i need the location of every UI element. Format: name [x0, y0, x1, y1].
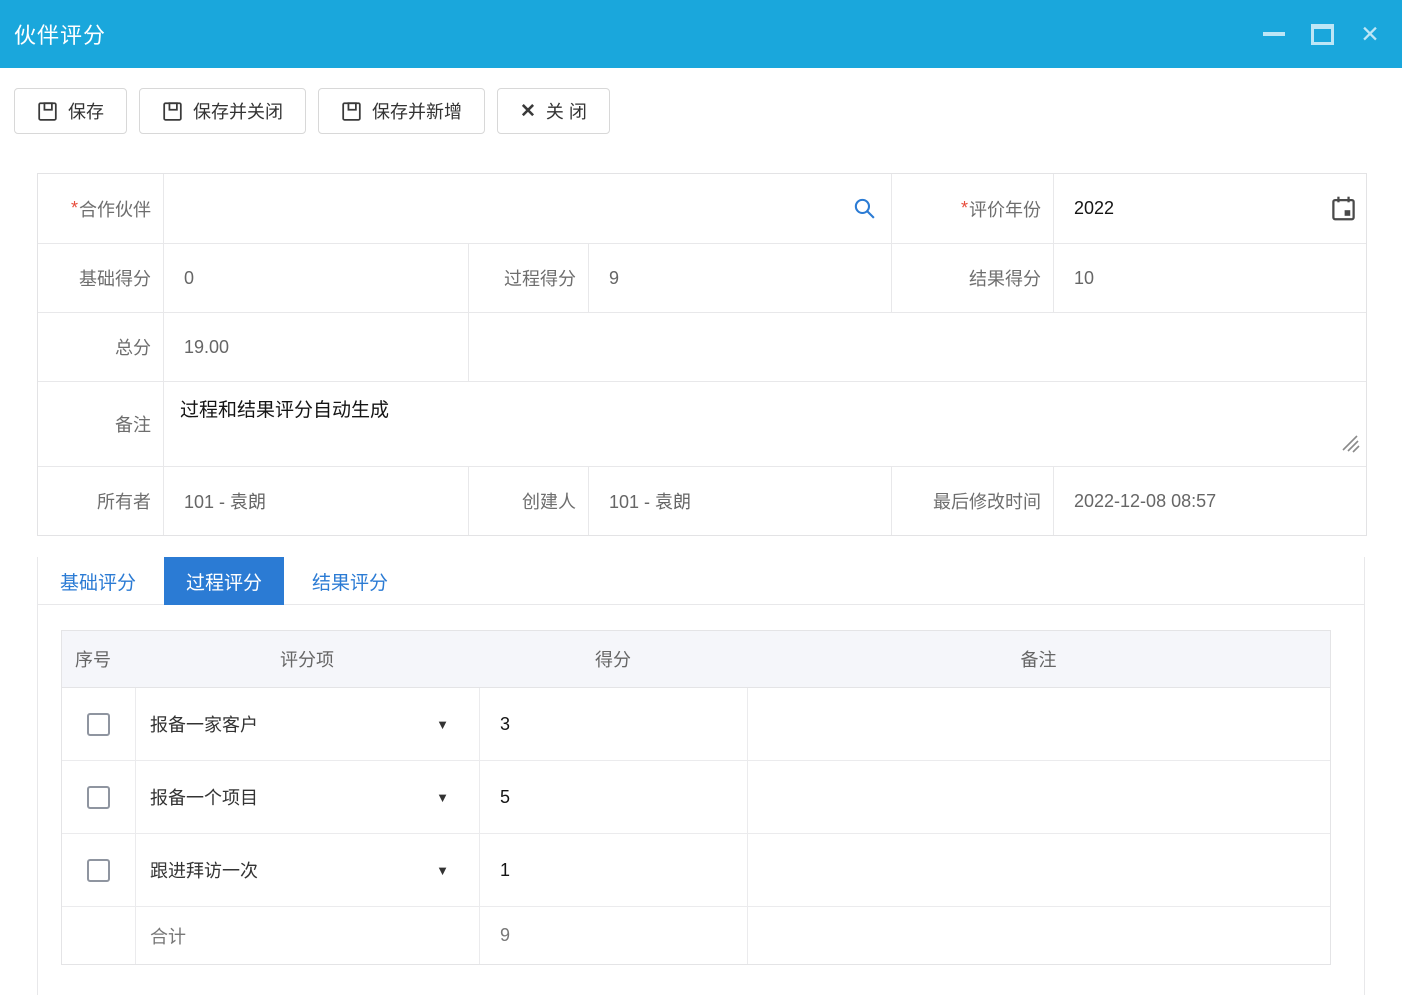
empty-cell [468, 312, 1366, 381]
base-score-field: 0 [163, 243, 468, 312]
score-item-value: 跟进拜访一次 [150, 861, 258, 881]
total-score-field: 19.00 [163, 312, 468, 381]
remark-cell[interactable] [747, 834, 1330, 906]
score-tab-panel: 基础评分 过程评分 结果评分 序号 评分项 得分 备注 报备一家客户 ▼ 3 报… [37, 557, 1365, 995]
maximize-icon [1310, 23, 1334, 45]
chevron-down-icon: ▼ [436, 862, 449, 878]
tab-process-score[interactable]: 过程评分 [164, 557, 285, 605]
save-button[interactable]: 保存 [14, 88, 127, 134]
table-row: 报备一个项目 ▼ 5 [62, 760, 1330, 833]
creator-value: 101 - 袁朗 [609, 492, 692, 512]
score-cell[interactable]: 3 [479, 688, 747, 760]
save-icon [162, 101, 183, 122]
total-remark-cell [747, 907, 1330, 964]
search-icon[interactable] [852, 196, 891, 221]
process-score-field: 9 [588, 243, 891, 312]
year-field[interactable]: 2022 [1053, 174, 1366, 243]
total-label: 合计 [135, 907, 479, 964]
score-tabs: 基础评分 过程评分 结果评分 [38, 557, 1364, 605]
minimize-icon [1263, 32, 1285, 36]
required-mark: * [960, 198, 968, 218]
close-button-label: 关 闭 [545, 102, 587, 122]
process-score-table: 序号 评分项 得分 备注 报备一家客户 ▼ 3 报备一个项目 ▼ 5 跟进拜访一… [61, 630, 1331, 965]
owner-field: 101 - 袁朗 [163, 466, 468, 535]
total-score-value: 19.00 [184, 336, 230, 357]
window-close-button[interactable]: ✕ [1358, 22, 1382, 46]
table-total-row: 合计 9 [62, 906, 1330, 964]
modified-time-value: 2022-12-08 08:57 [1074, 490, 1217, 511]
page-title: 伙伴评分 [14, 23, 107, 48]
table-row: 跟进拜访一次 ▼ 1 [62, 833, 1330, 906]
partner-score-form: * 合作伙伴 * 评价年份 2022 基础得分 0 过程得分 9 结果得分 10… [37, 173, 1367, 536]
save-and-new-button[interactable]: 保存并新增 [318, 88, 485, 134]
save-icon [37, 101, 58, 122]
creator-field: 101 - 袁朗 [588, 466, 891, 535]
process-score-value: 9 [609, 267, 620, 288]
creator-label: 创建人 [468, 466, 588, 535]
score-cell[interactable]: 5 [479, 761, 747, 833]
year-value: 2022 [1074, 198, 1115, 218]
titlebar: 伙伴评分 ✕ [0, 0, 1402, 68]
base-score-label: 基础得分 [38, 243, 163, 312]
required-mark: * [70, 198, 78, 218]
header-item: 评分项 [280, 650, 334, 670]
toolbar: 保存 保存并关闭 保存并新增 ✕ 关 闭 [0, 68, 1402, 134]
score-item-value: 报备一家客户 [150, 715, 258, 735]
minimize-button[interactable] [1262, 22, 1286, 46]
tab-base-score[interactable]: 基础评分 [38, 557, 158, 605]
chevron-down-icon: ▼ [436, 716, 449, 732]
result-score-value: 10 [1074, 267, 1095, 288]
remark-label: 备注 [38, 381, 163, 466]
result-score-field: 10 [1053, 243, 1366, 312]
score-item-value: 报备一个项目 [150, 788, 258, 808]
table-row: 报备一家客户 ▼ 3 [62, 688, 1330, 760]
score-cell[interactable]: 1 [479, 834, 747, 906]
modified-time-field: 2022-12-08 08:57 [1053, 466, 1366, 535]
base-score-value: 0 [184, 267, 195, 288]
partner-field[interactable] [163, 174, 891, 243]
remark-cell[interactable] [747, 688, 1330, 760]
calendar-icon[interactable] [1330, 195, 1366, 222]
score-item-select[interactable]: 报备一家客户 ▼ [135, 688, 479, 760]
row-select-cell [62, 761, 135, 833]
save-and-close-button[interactable]: 保存并关闭 [139, 88, 306, 134]
row-checkbox[interactable] [87, 785, 110, 809]
remark-cell[interactable] [747, 761, 1330, 833]
save-icon [341, 101, 362, 122]
total-score: 9 [479, 907, 747, 964]
save-and-close-button-label: 保存并关闭 [193, 102, 283, 122]
row-checkbox[interactable] [87, 858, 110, 882]
tab-result-score[interactable]: 结果评分 [290, 557, 410, 605]
total-score-label: 总分 [38, 312, 163, 381]
modified-time-label: 最后修改时间 [891, 466, 1053, 535]
chevron-down-icon: ▼ [436, 789, 449, 805]
header-index: 序号 [75, 650, 111, 670]
owner-value: 101 - 袁朗 [184, 492, 267, 512]
save-and-new-button-label: 保存并新增 [372, 102, 462, 122]
window-close-icon: ✕ [1360, 20, 1380, 47]
remark-value: 过程和结果评分自动生成 [180, 400, 390, 421]
header-score: 得分 [595, 650, 631, 670]
partner-label: * 合作伙伴 [70, 198, 151, 220]
owner-label: 所有者 [38, 466, 163, 535]
result-score-label: 结果得分 [891, 243, 1053, 312]
process-score-label: 过程得分 [468, 243, 588, 312]
close-button[interactable]: ✕ 关 闭 [497, 88, 610, 134]
score-item-select[interactable]: 报备一个项目 ▼ [135, 761, 479, 833]
year-label: * 评价年份 [891, 174, 1053, 243]
row-checkbox[interactable] [87, 712, 110, 736]
row-select-cell [62, 834, 135, 906]
table-header: 序号 评分项 得分 备注 [62, 631, 1330, 688]
total-empty-cell [62, 907, 135, 964]
maximize-button[interactable] [1310, 22, 1334, 46]
close-icon: ✕ [520, 100, 536, 122]
resize-handle[interactable] [1339, 432, 1361, 460]
header-remark: 备注 [1020, 650, 1057, 670]
row-select-cell [62, 688, 135, 760]
save-button-label: 保存 [68, 102, 104, 122]
score-item-select[interactable]: 跟进拜访一次 ▼ [135, 834, 479, 906]
remark-textarea[interactable]: 过程和结果评分自动生成 [163, 381, 1366, 466]
window-controls: ✕ [1262, 22, 1382, 46]
